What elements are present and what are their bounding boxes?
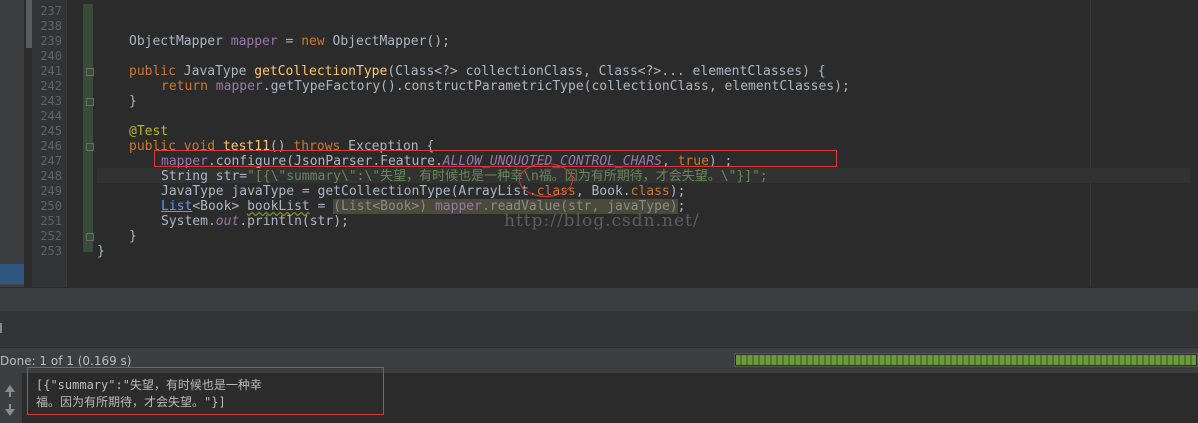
code-text: );	[669, 184, 686, 199]
test-progress-bar	[734, 353, 1198, 367]
string-literal: "[{\"summary\":\"失望，有时候也是一种幸\n福。因为有所期待，才…	[247, 169, 768, 184]
console-output-panel[interactable]: [{"summary":"失望，有时候也是一种幸 福。因为有所期待，才会失望。"}…	[0, 367, 1198, 423]
tool-window-toolbar	[0, 311, 1198, 347]
field-token: mapper	[434, 199, 482, 214]
keyword-token: public	[129, 64, 176, 79]
code-line-248[interactable]: String str="[{\"summary\":\"失望，有时候也是一种幸\…	[161, 169, 768, 184]
line-number: 249	[40, 184, 62, 198]
annotation-box	[27, 367, 384, 415]
method-name-token: getCollectionType	[254, 64, 388, 79]
progress-fill	[736, 355, 1196, 365]
line-number: 250	[40, 199, 62, 213]
annotation-box	[154, 150, 837, 167]
fold-icon[interactable]	[86, 98, 94, 106]
line-number: 242	[40, 79, 62, 93]
type-token: JavaType	[175, 64, 255, 79]
code-line-252[interactable]: }	[129, 229, 137, 244]
code-text: (Class<?> collectionClass, Class<?>... e…	[387, 64, 826, 79]
line-number: 247	[40, 154, 62, 168]
field-token: mapper	[230, 34, 278, 49]
code-text: <Book>	[192, 199, 248, 214]
line-number: 241	[40, 64, 62, 78]
watermark: http://blog.csdn.net/	[504, 211, 700, 231]
code-line-251[interactable]: System.out.println(str);	[161, 214, 349, 229]
cast-text: (List<Book>)	[333, 199, 435, 214]
fold-icon[interactable]	[86, 68, 94, 76]
keyword-token: new	[301, 34, 325, 49]
test-status-text: Done: 1 of 1 (0.169 s)	[0, 354, 132, 368]
code-text: String str=	[161, 169, 248, 184]
line-number: 252	[40, 229, 62, 243]
code-text: .getTypeFactory().constructParametricTyp…	[262, 79, 850, 94]
code-editor[interactable]: 237 238 239 240 241 242 243 244 245 246 …	[0, 0, 1198, 287]
line-number: 237	[40, 4, 62, 18]
fold-icon[interactable]	[86, 143, 94, 151]
vcs-change-marker[interactable]	[83, 4, 93, 252]
line-number: 243	[40, 94, 62, 108]
code-text: .println(str);	[239, 214, 349, 229]
line-number: 238	[40, 19, 62, 33]
console-toolbar	[0, 373, 22, 423]
up-arrow-icon[interactable]	[5, 385, 15, 397]
code-text: =	[309, 199, 334, 214]
panel-splitter[interactable]	[0, 287, 1198, 312]
code-text: ObjectMapper();	[324, 34, 450, 49]
code-text: , Book.	[575, 184, 631, 199]
code-line-249[interactable]: JavaType javaType = getCollectionType(Ar…	[161, 184, 685, 199]
unused-variable-token: bookList	[247, 199, 310, 214]
code-line-241[interactable]: public JavaType getCollectionType(Class<…	[129, 64, 826, 79]
code-line-239[interactable]: ObjectMapper mapper = new ObjectMapper()…	[129, 34, 450, 49]
code-line-253[interactable]: }	[97, 244, 105, 259]
line-number: 240	[40, 49, 62, 63]
code-line-245[interactable]: @Test	[129, 124, 168, 139]
line-number: 244	[40, 109, 62, 123]
type-token: ObjectMapper	[129, 34, 231, 49]
tool-window-button[interactable]	[0, 264, 24, 284]
line-number: 253	[40, 244, 62, 258]
code-line-242[interactable]: return mapper.getTypeFactory().construct…	[161, 79, 850, 94]
fold-icon[interactable]	[86, 233, 94, 241]
code-line-243[interactable]: }	[129, 94, 137, 109]
tool-window-strip	[0, 0, 24, 287]
keyword-token: class	[630, 184, 670, 199]
line-number: 239	[40, 34, 62, 48]
code-text: System.	[161, 214, 216, 229]
type-link[interactable]: List	[161, 199, 192, 214]
line-number: 251	[40, 214, 62, 228]
keyword-token: return	[161, 79, 216, 94]
static-field-token: out	[215, 214, 240, 229]
line-number: 245	[40, 124, 62, 138]
line-number: 248	[40, 169, 62, 183]
right-margin-guide	[1090, 0, 1091, 287]
code-text: JavaType javaType = getCollectionType(Ar…	[161, 184, 537, 199]
annotation-circle	[519, 163, 573, 197]
line-number-gutter: 237 238 239 240 241 242 243 244 245 246 …	[32, 0, 67, 287]
operator-token: =	[277, 34, 302, 49]
resize-handle[interactable]	[0, 323, 2, 333]
line-number: 246	[40, 139, 62, 153]
down-arrow-icon[interactable]	[5, 404, 15, 416]
field-token: mapper	[215, 79, 263, 94]
